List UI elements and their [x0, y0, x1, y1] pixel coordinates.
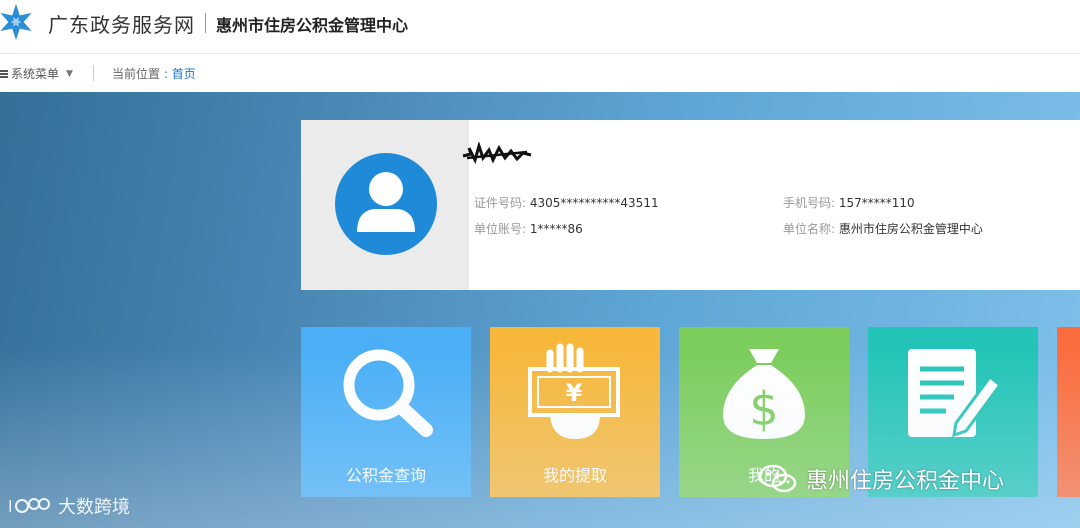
- redacted-user-name: [462, 142, 532, 165]
- watermark-right: 惠州住房公积金中心: [758, 463, 1004, 495]
- tile-fund-query[interactable]: 公积金查询: [301, 327, 471, 497]
- tile-more[interactable]: [1057, 327, 1080, 497]
- unit-name-label: 单位名称:: [783, 222, 836, 236]
- org-name: 惠州市住房公积金管理中心: [216, 16, 409, 35]
- unit-account-field: 单位账号: 1*****86: [474, 220, 583, 237]
- breadcrumb: 当前位置 : 首页: [112, 65, 196, 82]
- tile-fund-query-label: 公积金查询: [345, 466, 426, 485]
- id-number-value: 4305**********43511: [529, 196, 659, 210]
- wechat-icon: [758, 464, 797, 493]
- avatar-user-icon: [335, 153, 437, 255]
- system-menu-button[interactable]: 系统菜单 ▼: [0, 65, 73, 82]
- breadcrumb-home-link[interactable]: 首页: [172, 67, 196, 81]
- unit-name-field: 单位名称: 惠州市住房公积金管理中心: [783, 220, 983, 237]
- header-divider: [205, 13, 206, 33]
- phone-value: 157*****110: [838, 196, 915, 210]
- watermark-right-text: 惠州住房公积金中心: [806, 469, 1005, 494]
- svg-text:$: $: [749, 382, 778, 436]
- toolbar-divider: [93, 65, 94, 81]
- id-number-label: 证件号码:: [474, 196, 527, 210]
- system-menu-label: 系统菜单: [11, 67, 60, 81]
- breadcrumb-prefix: 当前位置 :: [112, 67, 172, 81]
- phone-field: 手机号码: 157*****110: [783, 194, 915, 211]
- watermark-left: l 大数跨境: [8, 493, 130, 519]
- watermark-logo-icon: l: [8, 497, 50, 516]
- toolbar: 系统菜单 ▼ 当前位置 : 首页: [0, 54, 1080, 92]
- site-name[interactable]: 广东政务服务网: [48, 9, 195, 38]
- unit-account-value: 1*****86: [529, 222, 583, 236]
- unit-account-label: 单位账号:: [474, 222, 527, 236]
- caret-down-icon: ▼: [66, 68, 73, 79]
- phone-label: 手机号码:: [783, 196, 836, 210]
- money-bag-icon: $: [723, 349, 805, 439]
- menu-icon: [0, 69, 8, 78]
- profile-card: 证件号码: 4305**********43511 手机号码: 157*****…: [301, 120, 1080, 290]
- unit-name-value: 惠州市住房公积金管理中心: [838, 222, 983, 236]
- document-edit-icon: [908, 349, 1003, 438]
- yuan-banknote-icon: ¥: [528, 343, 620, 439]
- svg-text:l: l: [8, 497, 12, 516]
- guangdong-gov-logo-icon[interactable]: [0, 2, 36, 42]
- watermark-left-text: 大数跨境: [58, 497, 130, 518]
- svg-text:¥: ¥: [566, 379, 583, 407]
- tile-my-withdrawal[interactable]: ¥ 我的提取: [490, 327, 660, 497]
- id-number-field: 证件号码: 4305**********43511: [474, 194, 659, 211]
- top-header: 广东政务服务网 惠州市住房公积金管理中心: [0, 0, 1080, 54]
- avatar-panel: [301, 120, 469, 290]
- tile-my-withdrawal-label: 我的提取: [542, 466, 607, 485]
- magnifier-icon: [343, 349, 433, 437]
